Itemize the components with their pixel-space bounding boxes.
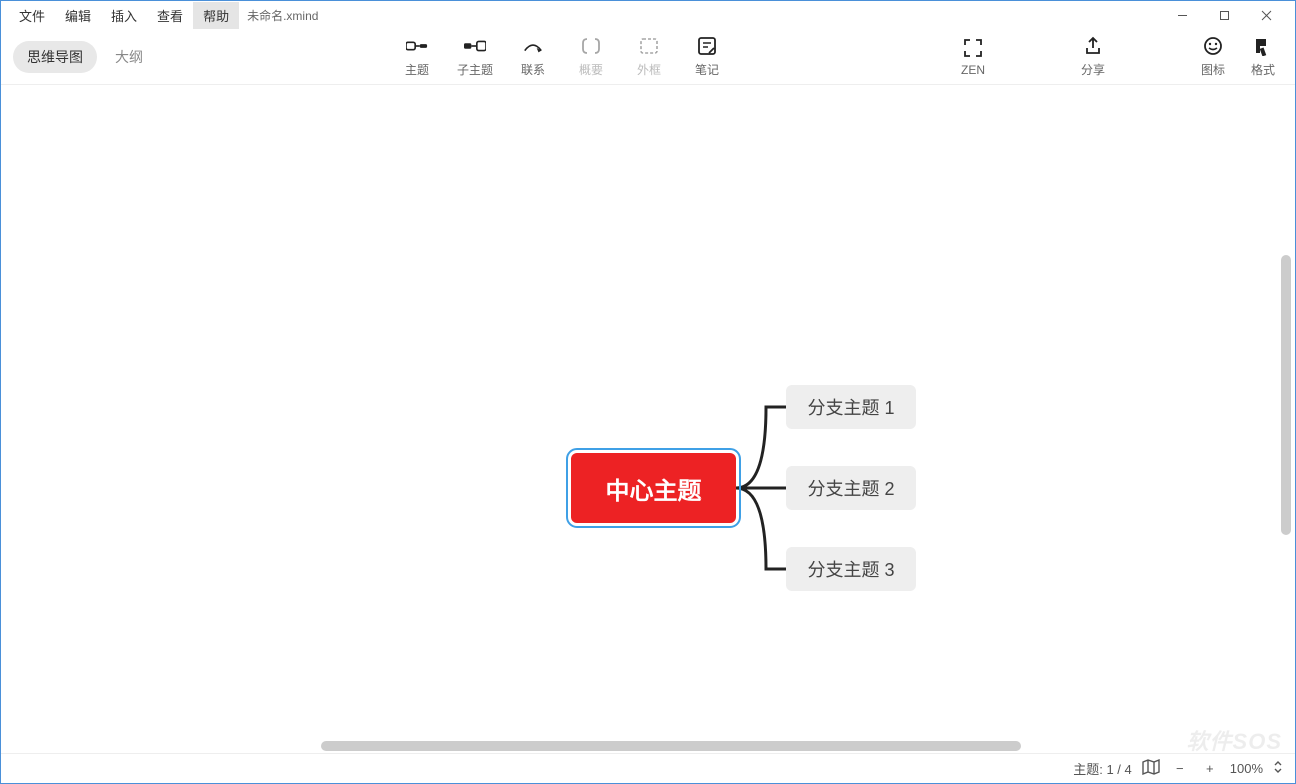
branch-topic-3[interactable]: 分支主题 3 <box>786 547 916 591</box>
note-icon <box>696 35 718 57</box>
icons-button[interactable]: 图标 <box>1193 35 1233 78</box>
map-overview-icon[interactable] <box>1142 759 1160 778</box>
topic-label: 主题 <box>405 61 429 78</box>
share-label: 分享 <box>1081 61 1105 78</box>
zoom-out-button[interactable]: − <box>1170 761 1190 776</box>
menu-insert[interactable]: 插入 <box>101 2 147 29</box>
share-button[interactable]: 分享 <box>1073 35 1113 78</box>
topic-count-label: 主题: 1 / 4 <box>1073 759 1132 778</box>
note-button[interactable]: 笔记 <box>687 35 727 78</box>
boundary-label: 外框 <box>637 61 661 78</box>
icons-label: 图标 <box>1201 61 1225 78</box>
share-icon <box>1082 35 1104 57</box>
horizontal-scrollbar[interactable] <box>321 741 1021 751</box>
summary-icon <box>580 35 602 57</box>
boundary-button[interactable]: 外框 <box>629 35 669 78</box>
relation-icon <box>522 35 544 57</box>
format-icon <box>1252 35 1274 57</box>
minimize-button[interactable] <box>1161 1 1203 29</box>
subtopic-button[interactable]: 子主题 <box>455 35 495 78</box>
subtopic-icon <box>464 35 486 57</box>
tab-outline[interactable]: 大纲 <box>101 41 157 73</box>
summary-button[interactable]: 概要 <box>571 35 611 78</box>
zoom-in-button[interactable]: + <box>1200 761 1220 776</box>
connectors <box>1 85 1295 753</box>
zen-button[interactable]: ZEN <box>953 37 993 77</box>
branch-topic-2[interactable]: 分支主题 2 <box>786 466 916 510</box>
maximize-button[interactable] <box>1203 1 1245 29</box>
subtopic-label: 子主题 <box>457 61 493 78</box>
menu-edit[interactable]: 编辑 <box>55 2 101 29</box>
zen-icon <box>962 37 984 59</box>
boundary-icon <box>638 35 660 57</box>
summary-label: 概要 <box>579 61 603 78</box>
filename-label: 未命名.xmind <box>239 3 326 28</box>
vertical-scrollbar[interactable] <box>1281 255 1291 535</box>
branch-topic-1[interactable]: 分支主题 1 <box>786 385 916 429</box>
note-label: 笔记 <box>695 61 719 78</box>
close-button[interactable] <box>1245 1 1287 29</box>
status-bar: 主题: 1 / 4 − + 100% <box>1 753 1295 783</box>
format-button[interactable]: 格式 <box>1243 35 1283 78</box>
menu-bar: 文件 编辑 插入 查看 帮助 未命名.xmind <box>1 1 1295 29</box>
menu-view[interactable]: 查看 <box>147 2 193 29</box>
tab-mindmap[interactable]: 思维导图 <box>13 41 97 73</box>
central-topic[interactable]: 中心主题 <box>571 453 736 523</box>
relation-button[interactable]: 联系 <box>513 35 553 78</box>
topic-button[interactable]: 主题 <box>397 35 437 78</box>
zen-label: ZEN <box>961 63 985 77</box>
canvas[interactable]: 中心主题 分支主题 1 分支主题 2 分支主题 3 <box>1 85 1295 753</box>
relation-label: 联系 <box>521 61 545 78</box>
toolbar: 思维导图 大纲 主题 子主题 联系 <box>1 29 1295 85</box>
menu-file[interactable]: 文件 <box>9 2 55 29</box>
zoom-level[interactable]: 100% <box>1230 761 1263 776</box>
zoom-dropdown-icon[interactable] <box>1273 760 1283 777</box>
topic-icon <box>406 35 428 57</box>
smiley-icon <box>1202 35 1224 57</box>
format-label: 格式 <box>1251 61 1275 78</box>
menu-help[interactable]: 帮助 <box>193 2 239 29</box>
